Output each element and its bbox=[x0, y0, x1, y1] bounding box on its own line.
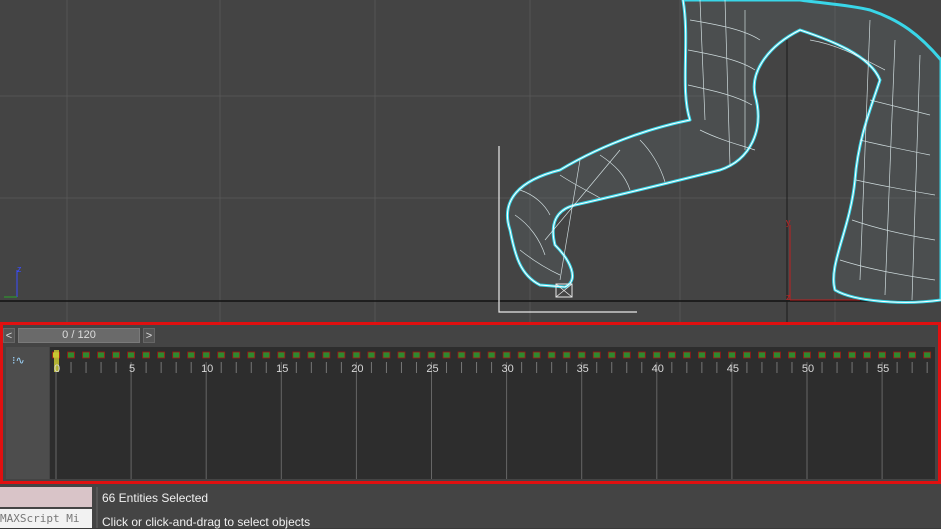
key-marker bbox=[517, 351, 526, 359]
key-marker bbox=[697, 351, 706, 359]
key-marker bbox=[172, 351, 181, 359]
key-marker bbox=[728, 351, 736, 359]
key-marker bbox=[202, 351, 211, 359]
axis-label-z-right: z bbox=[786, 292, 791, 302]
key-marker bbox=[457, 351, 466, 359]
key-marker bbox=[262, 351, 271, 359]
key-marker bbox=[758, 351, 766, 359]
key-marker bbox=[667, 351, 676, 359]
time-slider-prev-button[interactable]: < bbox=[3, 328, 15, 343]
curve-editor-icon[interactable]: ⁝∿ bbox=[12, 354, 25, 367]
key-marker bbox=[292, 351, 301, 359]
key-marker bbox=[97, 351, 105, 359]
key-marker bbox=[322, 351, 331, 359]
world-axis-gizmo: z bbox=[4, 264, 22, 298]
frame-label: 45 bbox=[727, 363, 739, 375]
key-marker bbox=[67, 351, 75, 359]
key-marker bbox=[682, 351, 691, 359]
key-marker bbox=[908, 351, 917, 359]
frame-label: 30 bbox=[501, 363, 513, 375]
key-marker bbox=[532, 351, 541, 359]
key-marker bbox=[487, 351, 496, 359]
key-marker bbox=[743, 351, 751, 359]
key-marker bbox=[592, 351, 601, 359]
key-marker bbox=[712, 351, 721, 359]
key-marker bbox=[412, 351, 421, 359]
key-marker bbox=[82, 351, 90, 359]
frame-label: 35 bbox=[577, 363, 589, 375]
frame-label: 20 bbox=[351, 363, 363, 375]
key-marker bbox=[247, 351, 256, 359]
key-marker bbox=[502, 351, 511, 359]
axis-label-z-left: z bbox=[17, 264, 22, 274]
key-marker bbox=[157, 351, 166, 359]
frame-label: 5 bbox=[129, 363, 135, 375]
key-marker bbox=[818, 351, 826, 359]
key-marker bbox=[577, 351, 586, 359]
key-marker bbox=[547, 351, 556, 359]
key-marker bbox=[307, 351, 316, 359]
key-marker bbox=[848, 351, 856, 359]
key-marker bbox=[833, 351, 841, 359]
key-marker bbox=[337, 351, 346, 359]
track-bar[interactable]: 0 5 10 15 20 25 30 35 40 45 50 55 bbox=[50, 347, 935, 479]
key-marker bbox=[472, 351, 481, 359]
frame-label: 15 bbox=[276, 363, 288, 375]
perspective-viewport[interactable]: z y z bbox=[0, 0, 941, 322]
prompt-line: Click or click-and-drag to select object… bbox=[102, 515, 311, 529]
key-marker bbox=[442, 351, 451, 359]
key-marker bbox=[112, 351, 120, 359]
maxscript-listener-output[interactable] bbox=[0, 487, 92, 507]
time-slider-next-button[interactable]: > bbox=[143, 328, 155, 343]
key-marker bbox=[397, 351, 406, 359]
key-marker bbox=[788, 351, 796, 359]
frame-label: 0 bbox=[54, 363, 60, 375]
key-marker bbox=[863, 351, 871, 359]
character-wireframe bbox=[505, 0, 941, 304]
key-marker bbox=[803, 351, 811, 359]
key-marker bbox=[878, 351, 886, 359]
time-slider-thumb[interactable]: 0 / 120 bbox=[18, 328, 140, 343]
key-marker bbox=[893, 351, 902, 359]
key-marker bbox=[923, 351, 932, 359]
frame-label: 50 bbox=[802, 363, 814, 375]
key-marker bbox=[277, 351, 286, 359]
maxscript-mini-listener[interactable]: MAXScript Mi bbox=[0, 509, 92, 528]
key-marker bbox=[637, 351, 646, 359]
axis-label-y-right: y bbox=[786, 217, 791, 227]
key-marker bbox=[127, 351, 135, 359]
viewport-grid bbox=[0, 0, 941, 322]
status-separator bbox=[96, 487, 98, 528]
key-marker bbox=[367, 351, 376, 359]
track-bar-graphics: 0 5 10 15 20 25 30 35 40 45 50 55 bbox=[52, 350, 932, 479]
key-marker bbox=[773, 351, 781, 359]
key-marker bbox=[217, 351, 226, 359]
frame-label: 55 bbox=[877, 363, 889, 375]
key-marker bbox=[382, 351, 391, 359]
key-marker bbox=[142, 351, 151, 359]
key-marker bbox=[607, 351, 616, 359]
frame-label: 25 bbox=[426, 363, 438, 375]
key-marker bbox=[562, 351, 571, 359]
selection-status: 66 Entities Selected bbox=[102, 491, 209, 505]
key-marker bbox=[232, 351, 241, 359]
viewport-scene: z y z bbox=[0, 0, 941, 322]
key-marker bbox=[352, 351, 361, 359]
key-marker bbox=[187, 351, 196, 359]
key-marker bbox=[652, 351, 661, 359]
frame-label: 10 bbox=[201, 363, 213, 375]
key-marker bbox=[427, 351, 436, 359]
key-marker bbox=[622, 351, 631, 359]
frame-label: 40 bbox=[652, 363, 664, 375]
